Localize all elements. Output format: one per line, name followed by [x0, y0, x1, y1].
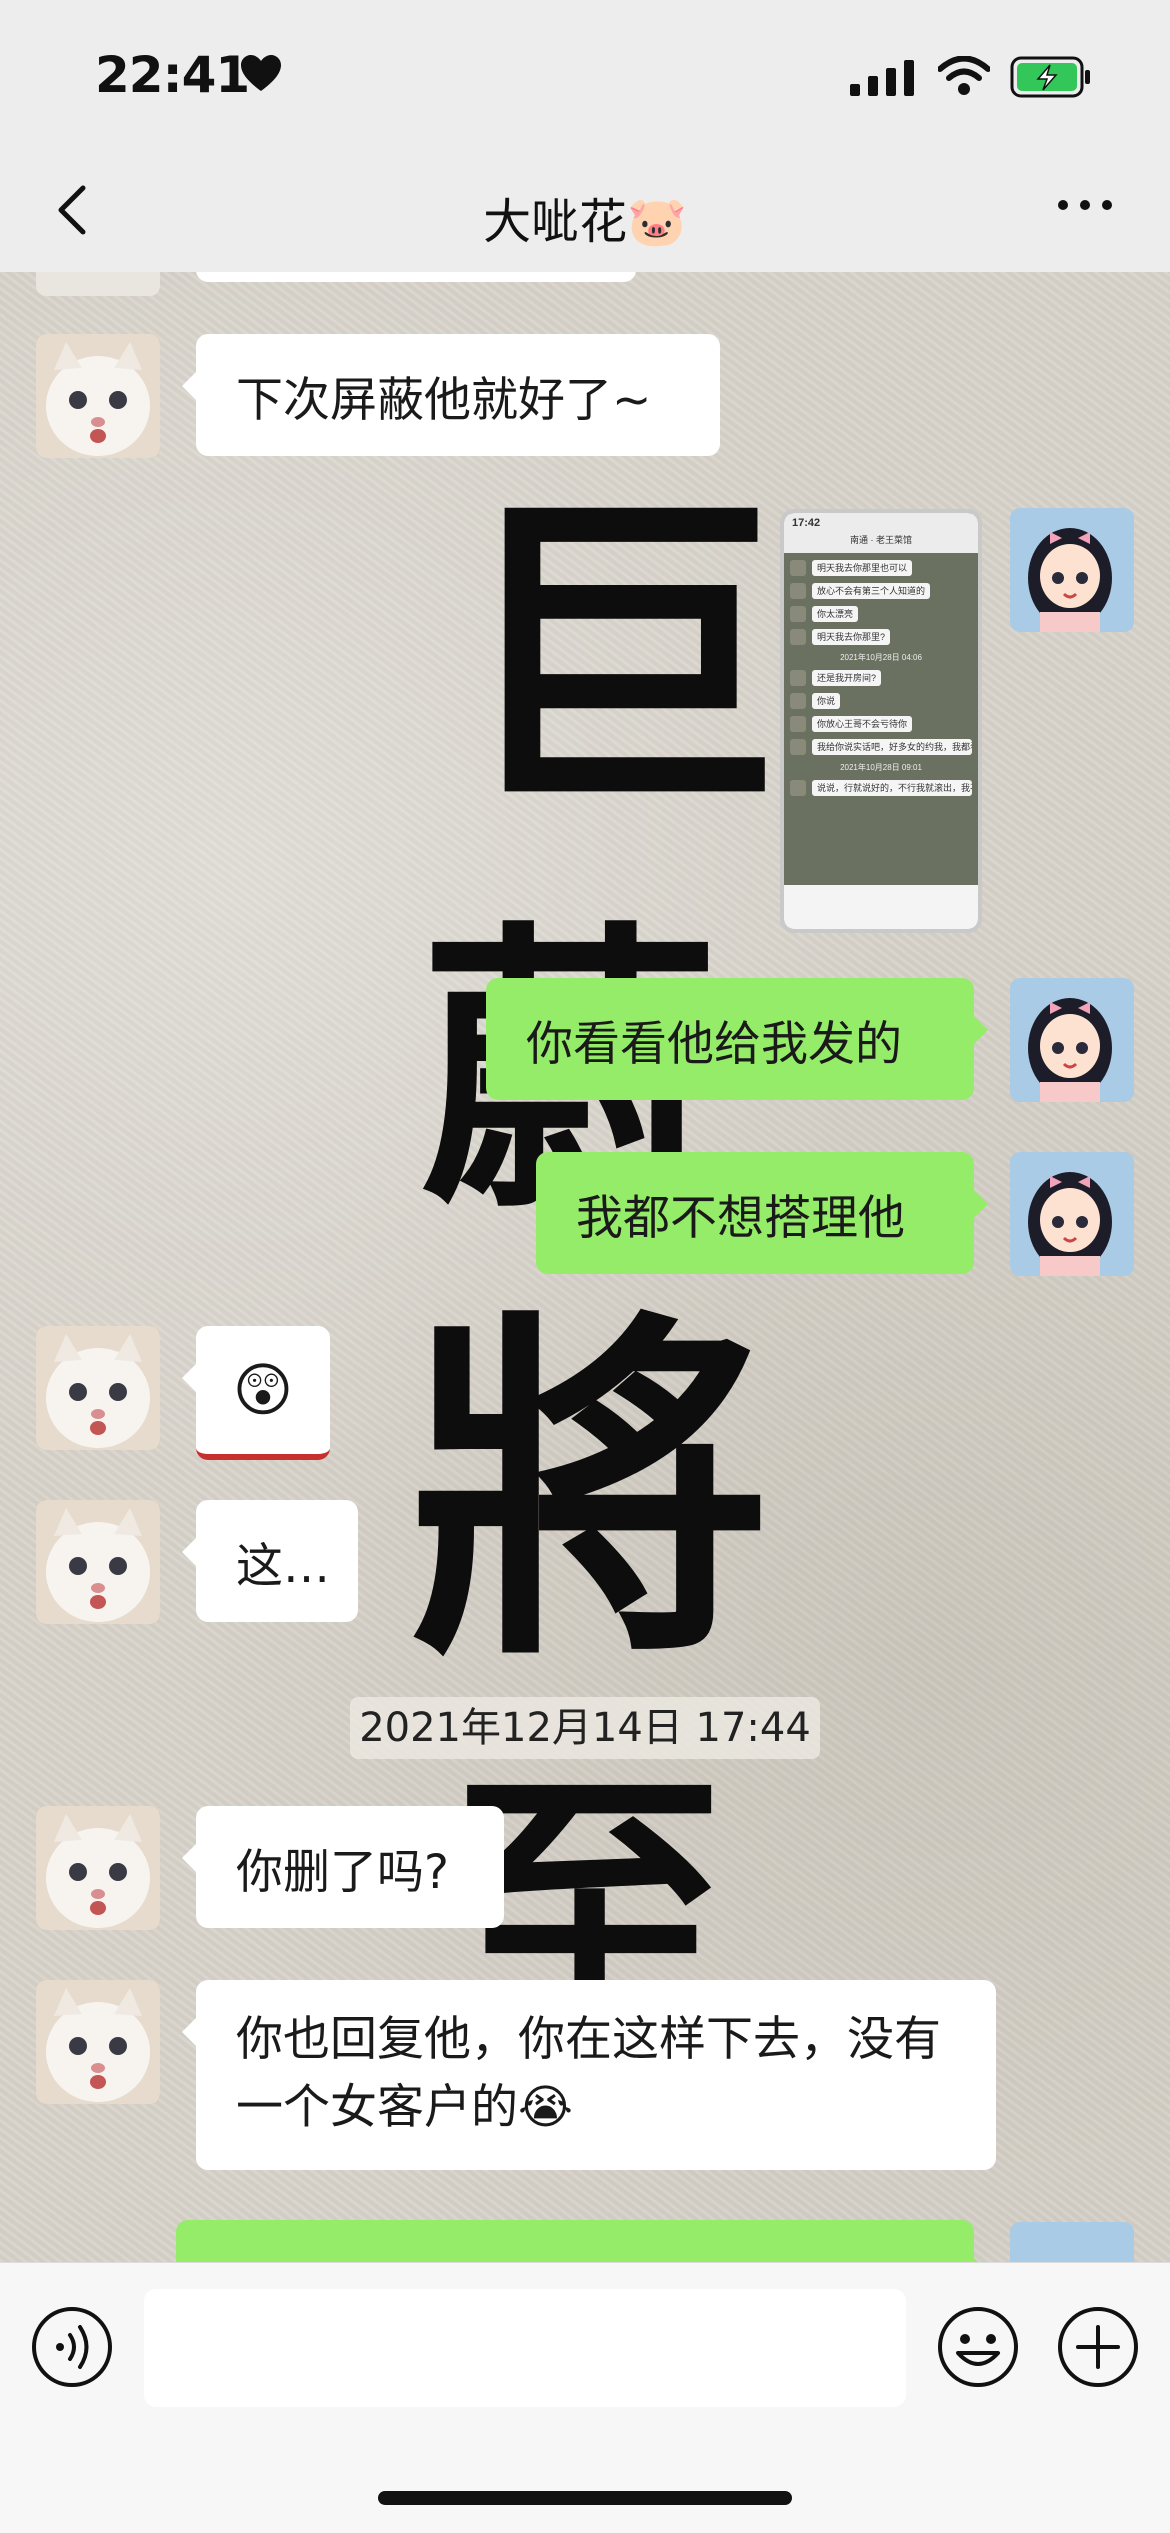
emoji-icon[interactable] [936, 2305, 1020, 2389]
cat-avatar-icon [36, 334, 160, 458]
message-text: 你删了吗? [236, 1844, 449, 1900]
user-avatar[interactable] [1010, 2222, 1134, 2262]
thumb-row: 放心不会有第三个人知道的 [790, 583, 972, 599]
thumb-header: 17:42 南通 · 老王菜馆 [784, 513, 978, 553]
thumb-avatar [790, 693, 806, 709]
emoji-message-bubble[interactable]: 😲 [182, 1326, 330, 1460]
contact-avatar[interactable] [36, 1500, 160, 1624]
home-indicator[interactable] [378, 2491, 792, 2505]
thumb-avatar [790, 606, 806, 622]
thumb-avatar [790, 739, 806, 755]
girl-avatar-icon [1010, 1152, 1134, 1276]
message-text: 下次屏蔽他就好了~ [236, 372, 652, 428]
thumb-timestamp: 2021年10月28日 09:01 [840, 763, 922, 772]
thumb-avatar [790, 670, 806, 686]
girl-avatar-icon [1010, 508, 1134, 632]
thumb-title: 南通 · 老王菜馆 [850, 535, 912, 545]
chat-timestamp: 2021年12月14日 17:44 [350, 1697, 820, 1759]
thumb-row: 说说，行就说好的，不行我就滚出，我不勉强 [790, 780, 972, 796]
message-bubble[interactable]: 这… [182, 1500, 358, 1622]
contact-avatar[interactable] [36, 334, 160, 458]
plus-icon[interactable] [1056, 2305, 1140, 2389]
thumb-row: 明天我去你那里? [790, 629, 972, 645]
heart-icon [241, 55, 281, 91]
thumb-bubble: 明天我去你那里? [812, 629, 891, 645]
girl-avatar-icon [1010, 978, 1134, 1102]
chat-area[interactable]: 巨 蔚 將 至 下次屏蔽他就好了~ 17:42 [0, 272, 1170, 2262]
voice-icon[interactable] [30, 2305, 114, 2389]
thumb-bubble: 我给你说实话吧，好多女的约我，我都看不上，就喜欢你 [812, 739, 972, 755]
message-text: 这… [236, 1538, 330, 1594]
message-bubble[interactable]: 下次屏蔽他就好了~ [182, 334, 720, 456]
user-avatar[interactable] [1010, 978, 1134, 1102]
cat-avatar-icon [36, 1980, 160, 2104]
message-bubble[interactable]: 你也回复他，你在这样下去，没有一个女客户的😭 [182, 1980, 996, 2170]
thumb-avatar [790, 780, 806, 796]
cat-avatar-icon [36, 1500, 160, 1624]
battery-charging-icon [1010, 56, 1090, 98]
wifi-icon [938, 56, 990, 95]
message-bubble-partial[interactable] [176, 2220, 988, 2262]
emoji-text: 😲 [232, 1356, 294, 1424]
thumb-input-bar [784, 885, 978, 929]
thumb-avatar [790, 716, 806, 732]
thumb-bubble: 你放心王哥不会亏待你 [812, 716, 913, 732]
contact-avatar[interactable] [36, 272, 160, 296]
contact-avatar[interactable] [36, 1326, 160, 1450]
thumb-timestamp: 2021年10月28日 04:06 [840, 653, 922, 662]
thumb-bubble: 你太漂亮 [812, 606, 859, 622]
message-text: 你也回复他，你在这样下去，没有一个女客户的😭 [236, 2012, 941, 2135]
thumb-row: 明天我去你那里也可以 [790, 560, 972, 576]
thumb-row: 你说 [790, 693, 972, 709]
thumb-row: 你放心王哥不会亏待你 [790, 716, 972, 732]
thumb-avatar [790, 560, 806, 576]
thumb-bubble: 明天我去你那里也可以 [812, 560, 913, 576]
message-bubble-partial [196, 272, 636, 282]
thumb-bubble: 放心不会有第三个人知道的 [812, 583, 931, 599]
message-input[interactable] [144, 2289, 906, 2407]
input-bar [0, 2262, 1170, 2533]
thumb-avatar [790, 629, 806, 645]
thumb-row: 你太漂亮 [790, 606, 972, 622]
chat-header: 大呲花🐷 [0, 150, 1170, 273]
user-avatar[interactable] [1010, 1152, 1134, 1276]
thumb-row: 我给你说实话吧，好多女的约我，我都看不上，就喜欢你 [790, 739, 972, 755]
thumb-time: 17:42 [792, 517, 821, 529]
contact-avatar[interactable] [36, 1980, 160, 2104]
message-bubble[interactable]: 我都不想搭理他 [536, 1152, 988, 1274]
thumb-bubble: 说说，行就说好的，不行我就滚出，我不勉强 [812, 780, 972, 796]
signal-icon [850, 60, 914, 96]
thumb-row: 还是我开房间? [790, 670, 972, 686]
message-text: 你看看他给我发的 [526, 1016, 902, 1072]
status-time: 22:41 [95, 46, 250, 104]
user-avatar[interactable] [1010, 508, 1134, 632]
message-bubble[interactable]: 你删了吗? [182, 1806, 504, 1928]
thumb-bubble: 你说 [812, 693, 841, 709]
more-icon[interactable] [1055, 195, 1115, 215]
status-bar: 22:41 [0, 0, 1170, 150]
contact-avatar[interactable] [36, 1806, 160, 1930]
image-message-screenshot[interactable]: 17:42 南通 · 老王菜馆 明天我去你那里也可以 放心不会有第三个人知道的 … [780, 509, 982, 933]
cat-avatar-icon [36, 1806, 160, 1930]
chat-title: 大呲花🐷 [483, 194, 687, 250]
wallpaper-char: 巨 [455, 463, 785, 851]
thumb-bubble: 还是我开房间? [812, 670, 882, 686]
wallpaper-char: 將 [410, 1280, 770, 1703]
cat-avatar-icon [36, 1326, 160, 1450]
thumb-avatar [790, 583, 806, 599]
message-bubble[interactable]: 你看看他给我发的 [486, 978, 988, 1100]
message-text: 我都不想搭理他 [576, 1190, 905, 1246]
